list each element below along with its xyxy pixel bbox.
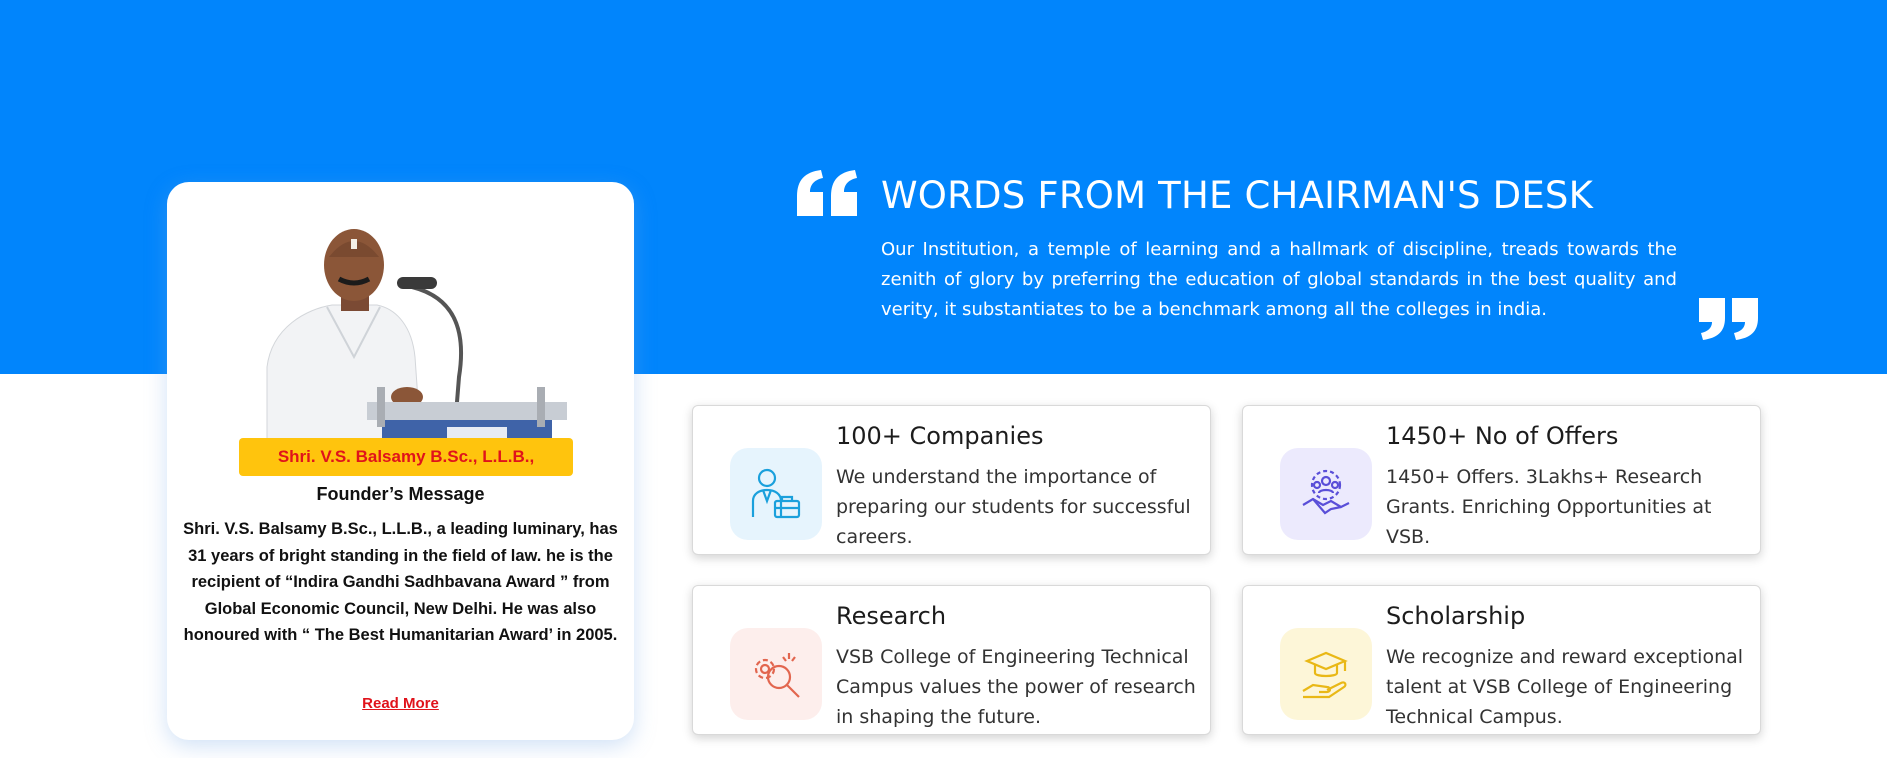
icon-box — [1280, 448, 1372, 540]
founder-card: Shri. V.S. Balsamy B.Sc., L.L.B., Founde… — [167, 182, 634, 740]
chairman-desk-text: Our Institution, a temple of learning an… — [881, 239, 1677, 320]
stat-title: Research — [836, 602, 947, 630]
founder-message-text: Shri. V.S. Balsamy B.Sc., L.L.B., a lead… — [183, 520, 618, 644]
stat-title: 100+ Companies — [836, 422, 1044, 450]
icon-box — [730, 628, 822, 720]
icon-box — [1280, 628, 1372, 720]
stat-text: We understand the importance of preparin… — [836, 466, 1191, 548]
chairman-desk-title: WORDS FROM THE CHAIRMAN'S DESK — [881, 174, 1594, 217]
stat-title: Scholarship — [1386, 602, 1526, 630]
gear-magnifier-icon — [754, 653, 800, 698]
icon-box — [730, 448, 822, 540]
team-handshake-icon — [1302, 469, 1350, 515]
close-quote-icon — [1699, 298, 1758, 340]
founder-name-banner: Shri. V.S. Balsamy B.Sc., L.L.B., — [239, 438, 573, 476]
stat-text: We recognize and reward exceptional tale… — [1386, 646, 1744, 728]
founder-message-title: Founder’s Message — [316, 484, 485, 504]
open-quote-icon — [797, 170, 857, 216]
stat-card-research: Research VSB College of Engineering Tech… — [692, 585, 1211, 735]
stat-card-scholarship: Scholarship We recognize and reward exce… — [1242, 585, 1761, 735]
stat-title: 1450+ No of Offers — [1386, 422, 1619, 450]
read-more-link[interactable]: Read More — [167, 695, 634, 712]
founder-portrait — [266, 229, 567, 457]
stat-text: VSB College of Engineering Technical Cam… — [836, 646, 1196, 728]
graduation-cap-hand-icon — [1302, 651, 1348, 699]
stat-card-offers: 1450+ No of Offers 1450+ Offers. 3Lakhs+… — [1242, 405, 1761, 555]
stat-text: 1450+ Offers. 3Lakhs+ Research Grants. E… — [1386, 466, 1712, 548]
stat-card-companies: 100+ Companies We understand the importa… — [692, 405, 1211, 555]
businessman-briefcase-icon — [751, 468, 801, 519]
